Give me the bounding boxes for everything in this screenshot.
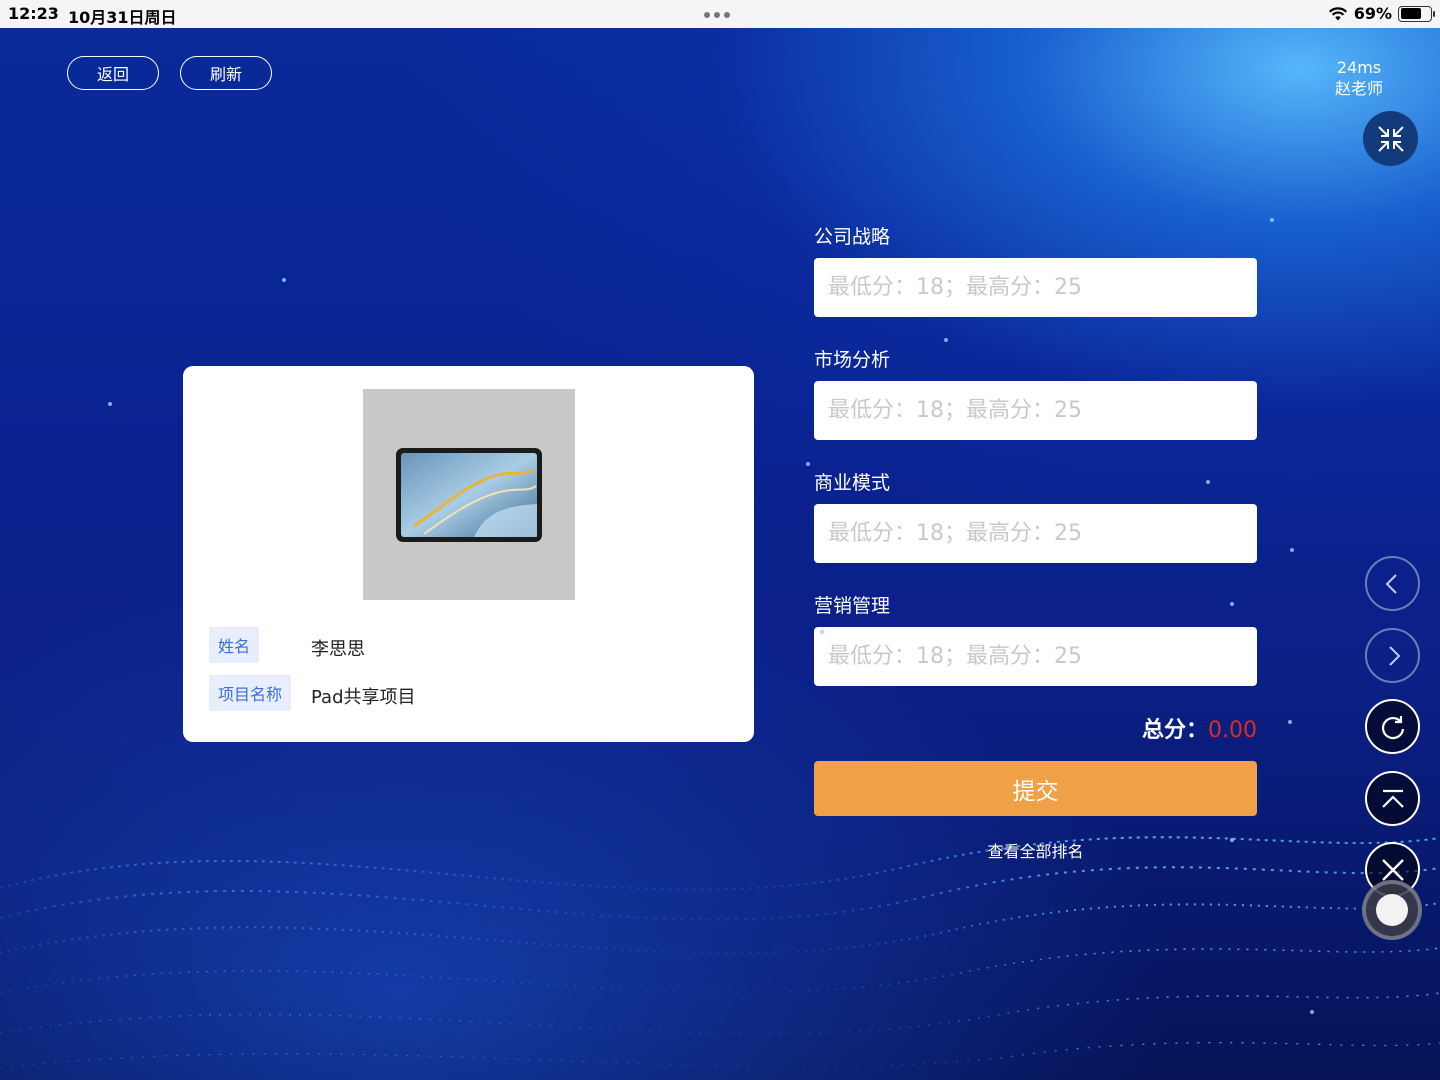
teacher-name: 赵老师 [1334,79,1383,98]
battery-percent: 69% [1353,4,1392,23]
prev-button[interactable] [1365,556,1420,611]
star-particle [1288,720,1292,724]
next-button[interactable] [1365,628,1420,683]
exit-fullscreen-button[interactable] [1363,111,1418,166]
back-button[interactable]: 返回 [67,56,159,90]
star-particle [108,402,112,406]
exit-fullscreen-icon [1377,125,1404,152]
star-particle [1230,838,1234,842]
status-time: 12:23 [8,4,59,23]
wifi-icon [1328,6,1347,20]
field-label-business-model: 商业模式 [814,472,891,494]
project-card: 姓名 李思思 项目名称 Pad共享项目 [183,366,754,742]
star-particle [1230,602,1234,606]
latency-info: 24ms 赵老师 [1335,57,1383,99]
project-value: Pad共享项目 [311,687,416,708]
star-particle [1206,480,1210,484]
close-icon [1381,858,1404,881]
score-input-business-model[interactable] [814,504,1257,563]
field-label-market: 市场分析 [814,349,891,371]
project-label: 项目名称 [209,675,292,711]
main-stage: 返回 刷新 24ms 赵老师 姓名 李思思 项目名称 Pad共享项目 公司战略 … [0,28,1440,1080]
reload-icon [1381,715,1404,739]
star-particle [282,278,286,282]
name-value: 李思思 [311,639,365,660]
score-input-strategy[interactable] [814,258,1257,317]
latency-value: 24ms [1336,58,1382,77]
star-particle [1290,548,1294,552]
scroll-top-icon [1381,789,1404,808]
status-date: 10月31日周日 [68,8,177,27]
name-label: 姓名 [209,627,260,663]
chevron-right-icon [1388,645,1400,666]
submit-button[interactable]: 提交 [814,761,1257,816]
name-row: 姓名 [209,627,260,663]
project-row: 项目名称 [209,675,292,711]
refresh-button[interactable]: 刷新 [180,56,272,90]
total-score: 总分：0.00 [1142,712,1257,744]
reload-button[interactable] [1365,699,1420,754]
field-label-marketing: 营销管理 [814,595,891,617]
status-right: 69% [1328,4,1435,23]
total-label: 总分： [1142,718,1209,743]
score-input-market[interactable] [814,381,1257,440]
field-label-strategy: 公司战略 [814,226,891,248]
star-particle [806,462,810,466]
total-value: 0.00 [1208,718,1257,743]
score-input-marketing[interactable] [814,627,1257,686]
project-image [363,389,575,600]
status-bar: 12:23 10月31日周日 69% [0,0,1440,28]
star-particle [820,630,824,634]
star-particle [1270,218,1274,222]
star-particle [944,338,948,342]
chevron-left-icon [1385,573,1397,594]
scroll-top-button[interactable] [1365,771,1420,826]
assistive-touch-icon[interactable] [1362,880,1422,940]
view-ranking-link[interactable]: 查看全部排名 [814,838,1257,862]
multitasking-dots-icon[interactable] [704,12,730,18]
battery-icon [1398,5,1435,22]
tablet-image [396,447,542,542]
star-particle [1310,1010,1314,1014]
